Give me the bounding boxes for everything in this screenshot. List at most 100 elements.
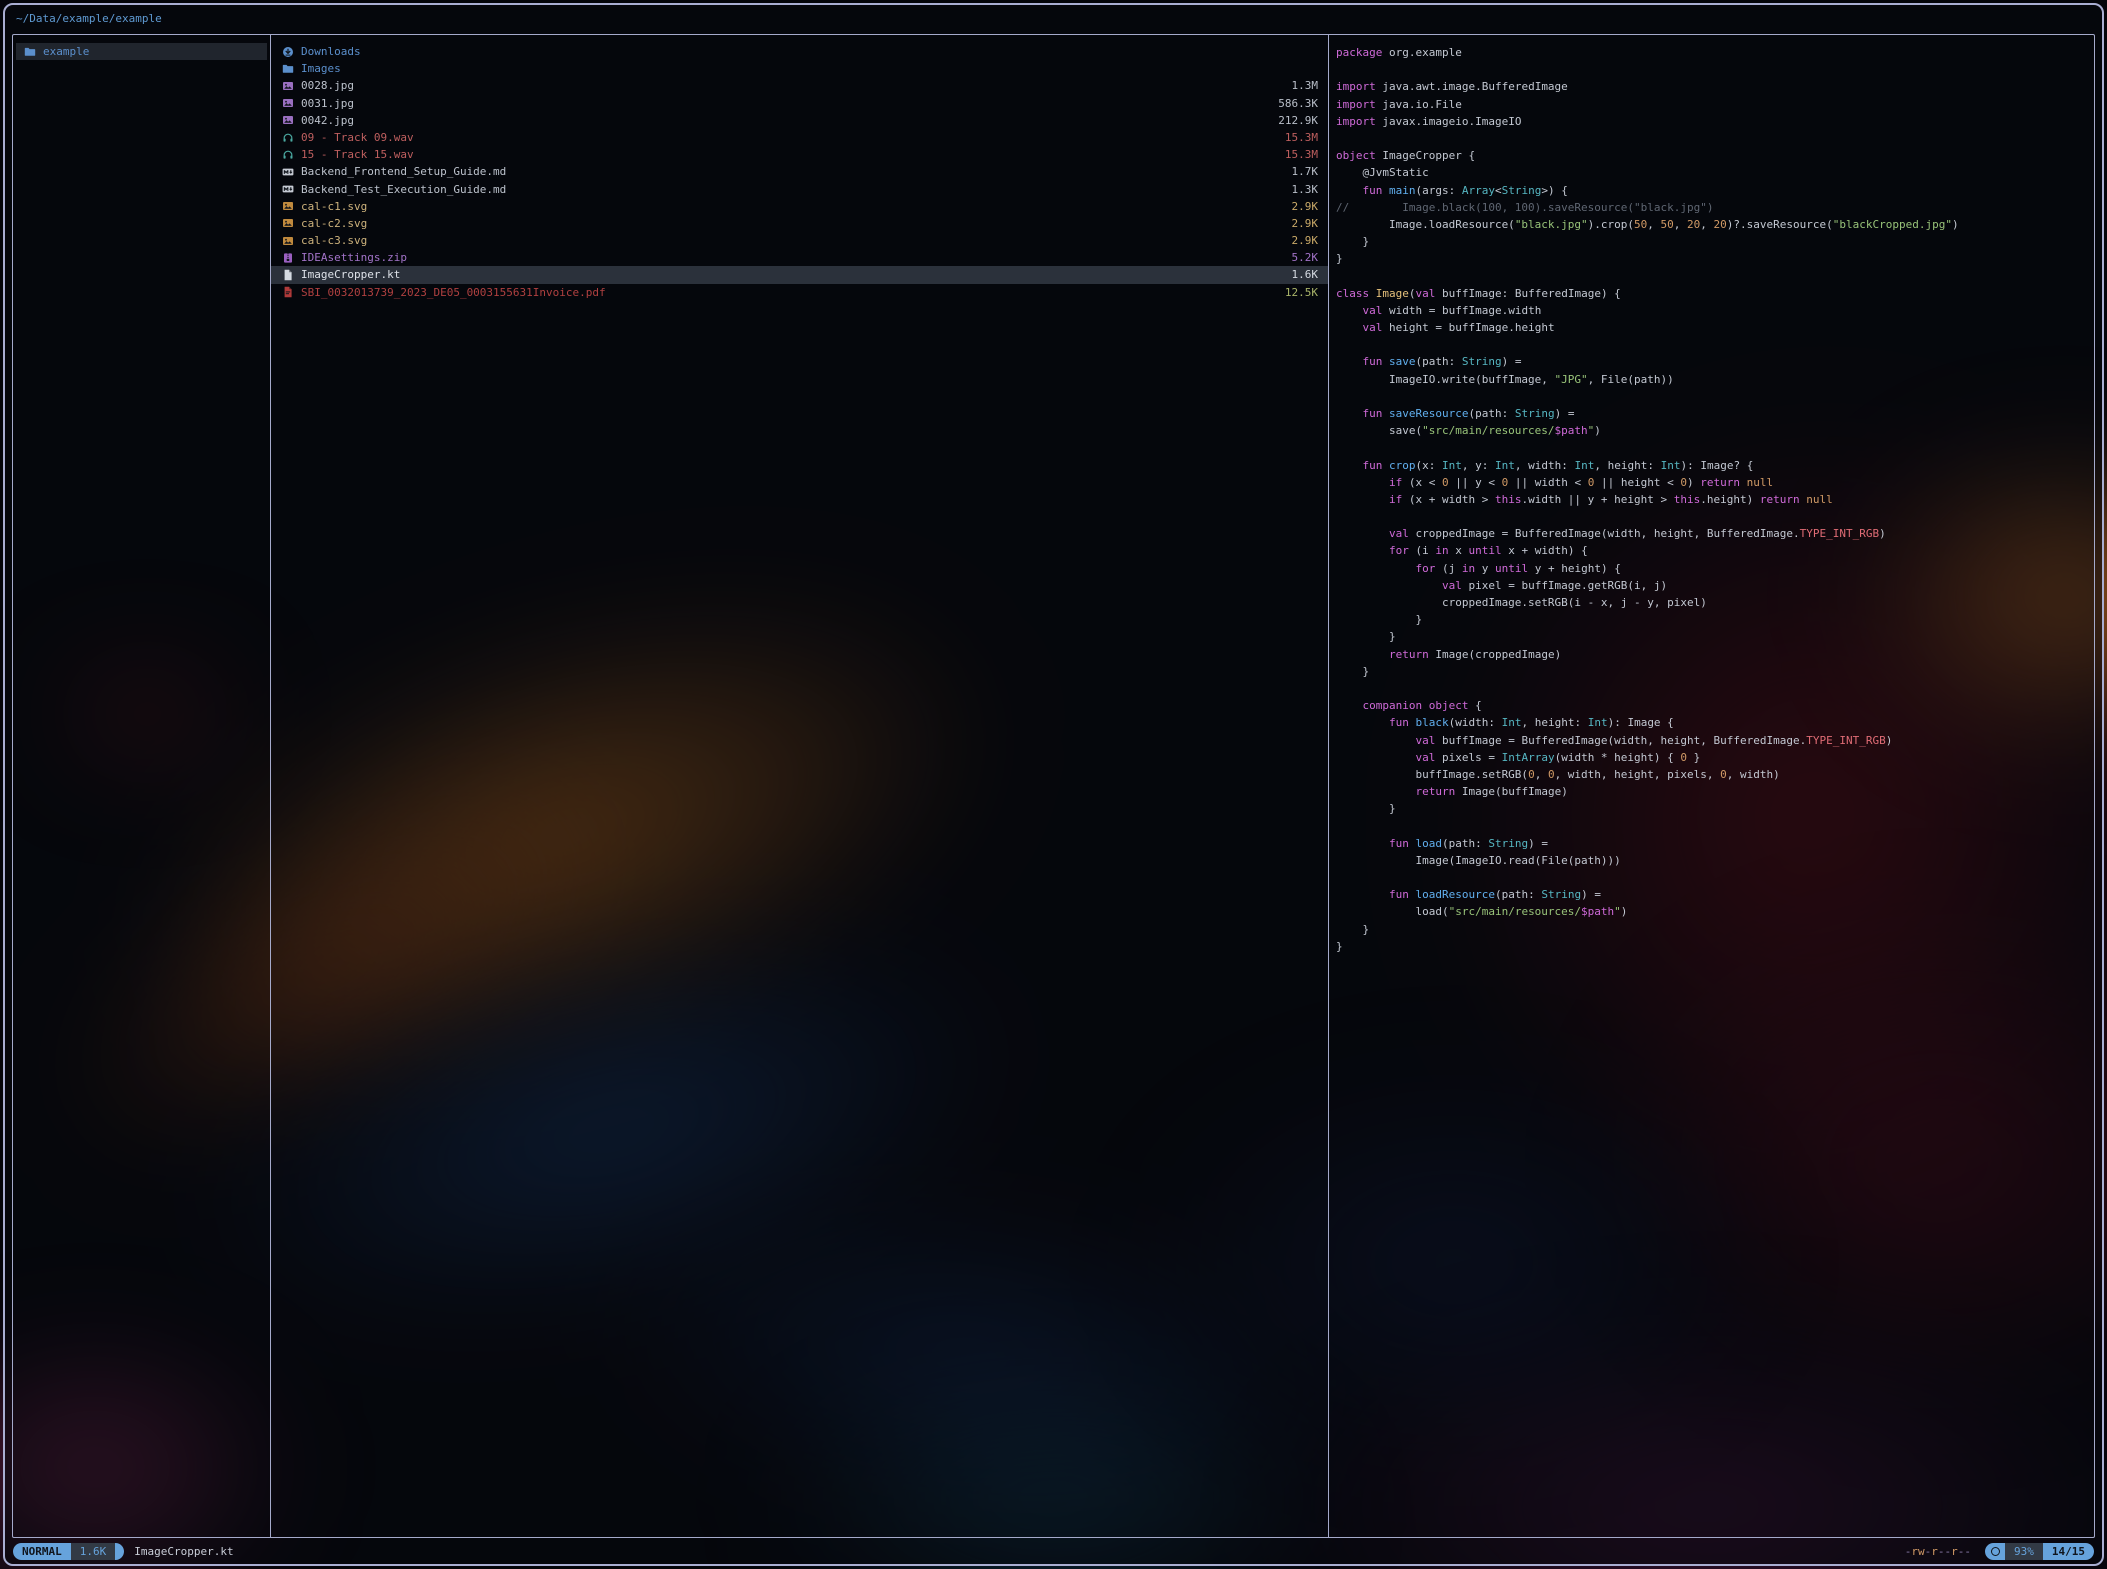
code-line: fun saveResource(path: String) = (1336, 405, 2094, 422)
file-size: 1.6K (1292, 266, 1319, 283)
code-line (1336, 869, 2094, 886)
file-name: 09 - Track 09.wav (301, 129, 1277, 146)
markdown-icon (282, 184, 295, 195)
code-line (1336, 130, 2094, 147)
code-line: croppedImage.setRGB(i - x, j - y, pixel) (1336, 594, 2094, 611)
file-row[interactable]: IDEAsettings.zip5.2K (271, 249, 1328, 266)
file-row[interactable]: Backend_Test_Execution_Guide.md 1.3K (271, 181, 1328, 198)
code-line: package org.example (1336, 44, 2094, 61)
code-line: fun save(path: String) = (1336, 353, 2094, 370)
permissions-text: -rw-r--r-- (1905, 1545, 1971, 1558)
file-row[interactable]: cal-c3.svg2.9K (271, 232, 1328, 249)
file-size: 212.9K (1278, 112, 1318, 129)
markdown-icon (282, 183, 294, 195)
list-position-badge: 14/15 (2043, 1543, 2094, 1560)
code-line: if (x + width > this.width || y + height… (1336, 491, 2094, 508)
markdown-icon (282, 166, 294, 178)
code-line: val croppedImage = BufferedImage(width, … (1336, 525, 2094, 542)
code-line: ImageIO.write(buffImage, "JPG", File(pat… (1336, 371, 2094, 388)
image-icon (282, 80, 294, 92)
file-name: 0042.jpg (301, 112, 1270, 129)
code-line (1336, 439, 2094, 456)
file-row[interactable]: Backend_Frontend_Setup_Guide.md1.7K (271, 163, 1328, 180)
vector-icon (282, 218, 295, 229)
code-line (1336, 817, 2094, 834)
code-line: Image.loadResource("black.jpg").crop(50,… (1336, 216, 2094, 233)
file-name: Backend_Test_Execution_Guide.md (301, 181, 1284, 198)
vector-icon (282, 201, 295, 212)
file-name: Backend_Frontend_Setup_Guide.md (301, 163, 1284, 180)
file-row[interactable]: cal-c2.svg 2.9K (271, 215, 1328, 232)
file-row[interactable]: 09 - Track 09.wav15.3M (271, 129, 1328, 146)
file-row[interactable]: 15 - Track 15.wav 15.3M (271, 146, 1328, 163)
code-line: class Image(val buffImage: BufferedImage… (1336, 285, 2094, 302)
file-name: IDEAsettings.zip (301, 249, 1284, 266)
file-name: 0028.jpg (301, 77, 1284, 94)
folder-icon (24, 46, 37, 57)
code-line: } (1336, 611, 2094, 628)
percent-cap (1985, 1543, 2005, 1560)
folder-icon (24, 46, 36, 58)
image-icon (282, 98, 295, 109)
code-line (1336, 388, 2094, 405)
code-line: fun black(width: Int, height: Int): Imag… (1336, 714, 2094, 731)
file-name: cal-c2.svg (301, 215, 1284, 232)
code-line: val height = buffImage.height (1336, 319, 2094, 336)
status-bar: NORMAL 1.6K ImageCropper.kt -rw-r--r-- 9… (13, 1541, 2094, 1561)
code-line: } (1336, 938, 2094, 955)
file-row[interactable]: 0042.jpg 212.9K (271, 112, 1328, 129)
vector-icon (282, 217, 294, 229)
file-size: 2.9K (1292, 232, 1319, 249)
file-row[interactable]: 0031.jpg586.3K (271, 95, 1328, 112)
image-icon (282, 80, 295, 91)
code-line: val width = buffImage.width (1336, 302, 2094, 319)
file-size: 1.3M (1292, 77, 1319, 94)
file-name: ImageCropper.kt (301, 266, 1284, 283)
position-pill: 93% 14/15 (1985, 1543, 2094, 1560)
mode-badge: NORMAL (13, 1543, 71, 1560)
percent-badge: 93% (2005, 1543, 2043, 1560)
file-row[interactable]: 0028.jpg 1.3M (271, 77, 1328, 94)
file-size: 2.9K (1292, 215, 1319, 232)
code-line: val buffImage = BufferedImage(width, hei… (1336, 732, 2094, 749)
vector-icon (282, 235, 294, 247)
code-line (1336, 336, 2094, 353)
terminal-window: ~/Data/example/example example Downloads… (3, 3, 2104, 1566)
code-line: companion object { (1336, 697, 2094, 714)
current-directory-pane: DownloadsImages0028.jpg 1.3M0031.jpg586.3… (270, 35, 1328, 1537)
file-row[interactable]: Images (271, 60, 1328, 77)
code-line: for (j in y until y + height) { (1336, 560, 2094, 577)
code-line (1336, 508, 2094, 525)
code-line: import java.awt.image.BufferedImage (1336, 78, 2094, 95)
file-icon (282, 269, 294, 281)
pdf-icon (282, 286, 294, 298)
code-line: fun load(path: String) = (1336, 835, 2094, 852)
code-line (1336, 61, 2094, 78)
file-icon (282, 270, 295, 281)
downloads-icon (282, 46, 294, 58)
file-row[interactable]: ImageCropper.kt 1.6K (271, 266, 1328, 283)
file-row[interactable]: SBI_0032013739_2023_DE05_0003155631Invoi… (271, 284, 1328, 301)
file-row[interactable]: cal-c1.svg2.9K (271, 198, 1328, 215)
file-name: 15 - Track 15.wav (301, 146, 1277, 163)
file-size: 1.3K (1292, 181, 1319, 198)
code-line: load("src/main/resources/$path") (1336, 903, 2094, 920)
code-line: if (x < 0 || y < 0 || width < 0 || heigh… (1336, 474, 2094, 491)
code-line: return Image(buffImage) (1336, 783, 2094, 800)
code-line: // Image.black(100, 100).saveResource("b… (1336, 199, 2094, 216)
parent-dir-item[interactable]: example (16, 43, 267, 60)
pill-endcap (115, 1543, 124, 1560)
status-filename: ImageCropper.kt (134, 1545, 233, 1558)
file-name: Downloads (301, 43, 1310, 60)
code-line: import java.io.File (1336, 96, 2094, 113)
file-size-badge: 1.6K (71, 1543, 116, 1560)
code-line: } (1336, 233, 2094, 250)
code-line: for (i in x until x + width) { (1336, 542, 2094, 559)
file-row[interactable]: Downloads (271, 43, 1328, 60)
file-preview-pane: package org.example import java.awt.imag… (1328, 35, 2094, 1537)
file-name: SBI_0032013739_2023_DE05_0003155631Invoi… (301, 284, 1277, 301)
file-size: 15.3M (1285, 146, 1318, 163)
file-name: 0031.jpg (301, 95, 1270, 112)
vector-icon (282, 200, 294, 212)
cwd-path: ~/Data/example/example (16, 12, 162, 25)
